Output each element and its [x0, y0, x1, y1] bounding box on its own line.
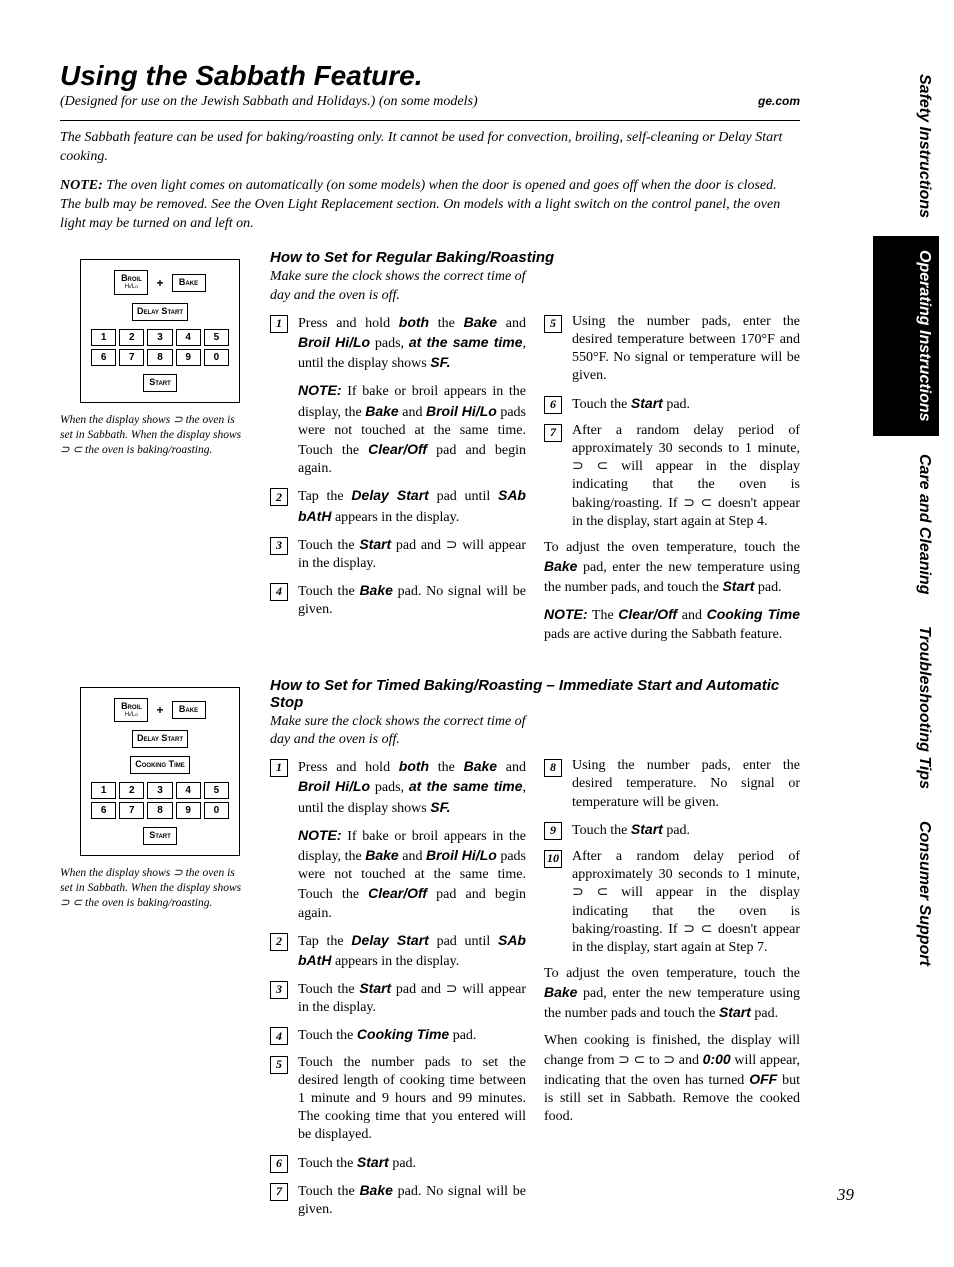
- section-2-heading: How to Set for Timed Baking/Roasting – I…: [270, 677, 800, 711]
- step-num: 8: [544, 759, 562, 777]
- step-num: 4: [270, 583, 288, 601]
- bake-button: Bake: [172, 701, 206, 719]
- adjust-text: To adjust the oven temperature, touch th…: [544, 539, 800, 598]
- page-number: 39: [837, 1185, 854, 1205]
- step-num: 1: [270, 315, 288, 333]
- step-text: Tap the Delay Start pad until SAb bAtH a…: [298, 486, 526, 526]
- bake-button: Bake: [172, 274, 206, 292]
- tab-troubleshooting[interactable]: Troubleshooting Tips: [873, 612, 939, 803]
- tab-safety[interactable]: Safety Instructions: [873, 60, 939, 232]
- step-text: Touch the Start pad.: [572, 394, 800, 414]
- section-1-intro: Make sure the clock shows the correct ti…: [270, 268, 540, 304]
- plus-icon: +: [156, 276, 163, 290]
- step-num: 7: [544, 424, 562, 442]
- number-pad: 12345 67890: [91, 782, 229, 819]
- finish-text: When cooking is finished, the display wi…: [544, 1032, 800, 1127]
- subtitle: (Designed for use on the Jewish Sabbath …: [60, 94, 478, 110]
- delay-start-button: Delay Start: [132, 303, 188, 321]
- cooking-time-button: Cooking Time: [130, 756, 190, 774]
- step-text: Touch the Cooking Time pad.: [298, 1025, 526, 1045]
- note-text: NOTE: If bake or broil appears in the di…: [298, 381, 526, 478]
- page-title: Using the Sabbath Feature.: [60, 60, 800, 92]
- delay-start-button: Delay Start: [132, 730, 188, 748]
- final-note: NOTE: The Clear/Off and Cooking Time pad…: [544, 605, 800, 643]
- step-num: 9: [544, 822, 562, 840]
- intro-text: The Sabbath feature can be used for baki…: [60, 129, 800, 167]
- tab-consumer[interactable]: Consumer Support: [873, 807, 939, 980]
- tab-operating[interactable]: Operating Instructions: [873, 236, 939, 436]
- control-panel-diagram-2: BroilHi/Lo + Bake Delay Start Cooking Ti…: [80, 687, 240, 856]
- note-text: NOTE: If bake or broil appears in the di…: [298, 826, 526, 923]
- step-num: 5: [270, 1056, 288, 1074]
- adjust-text: To adjust the oven temperature, touch th…: [544, 965, 800, 1024]
- number-pad: 12345 67890: [91, 329, 229, 366]
- website-link[interactable]: ge.com: [758, 94, 800, 110]
- step-text: Touch the Start pad and ⊃ will appear in…: [298, 979, 526, 1017]
- step-text: Using the number pads, enter the desired…: [572, 313, 800, 386]
- step-text: Touch the Bake pad. No signal will be gi…: [298, 1181, 526, 1219]
- step-text: Using the number pads, enter the desired…: [572, 757, 800, 812]
- step-text: Touch the Start pad and ⊃ will appear in…: [298, 535, 526, 573]
- step-text: Press and hold both the Bake and Broil H…: [298, 757, 526, 818]
- tab-care[interactable]: Care and Cleaning: [873, 440, 939, 608]
- start-button: Start: [143, 374, 177, 392]
- panel-caption-2: When the display shows ⊃ the oven is set…: [60, 866, 245, 911]
- step-text: Tap the Delay Start pad until SAb bAtH a…: [298, 931, 526, 971]
- step-num: 3: [270, 537, 288, 555]
- step-num: 1: [270, 759, 288, 777]
- step-num: 2: [270, 933, 288, 951]
- divider: [60, 120, 800, 121]
- step-num: 6: [544, 396, 562, 414]
- intro-note: NOTE: The oven light comes on automatica…: [60, 177, 800, 234]
- broil-button: BroilHi/Lo: [114, 270, 148, 294]
- step-text: Touch the number pads to set the desired…: [298, 1054, 526, 1145]
- step-text: Press and hold both the Bake and Broil H…: [298, 313, 526, 374]
- start-button: Start: [143, 827, 177, 845]
- step-text: Touch the Start pad.: [572, 820, 800, 840]
- section-1-heading: How to Set for Regular Baking/Roasting: [270, 249, 800, 266]
- step-text: Touch the Start pad.: [298, 1153, 526, 1173]
- step-num: 6: [270, 1155, 288, 1173]
- plus-icon: +: [156, 703, 163, 717]
- section-2-intro: Make sure the clock shows the correct ti…: [270, 713, 540, 749]
- side-tabs: Safety Instructions Operating Instructio…: [873, 60, 939, 980]
- panel-caption-1: When the display shows ⊃ the oven is set…: [60, 413, 245, 458]
- step-num: 10: [544, 850, 562, 868]
- step-text: After a random delay period of approxima…: [572, 848, 800, 957]
- step-num: 2: [270, 488, 288, 506]
- broil-button: BroilHi/Lo: [114, 698, 148, 722]
- control-panel-diagram-1: BroilHi/Lo + Bake Delay Start 12345 6789…: [80, 259, 240, 402]
- step-num: 5: [544, 315, 562, 333]
- step-num: 3: [270, 981, 288, 999]
- step-num: 4: [270, 1027, 288, 1045]
- step-text: Touch the Bake pad. No signal will be gi…: [298, 581, 526, 619]
- step-num: 7: [270, 1183, 288, 1201]
- step-text: After a random delay period of approxima…: [572, 422, 800, 531]
